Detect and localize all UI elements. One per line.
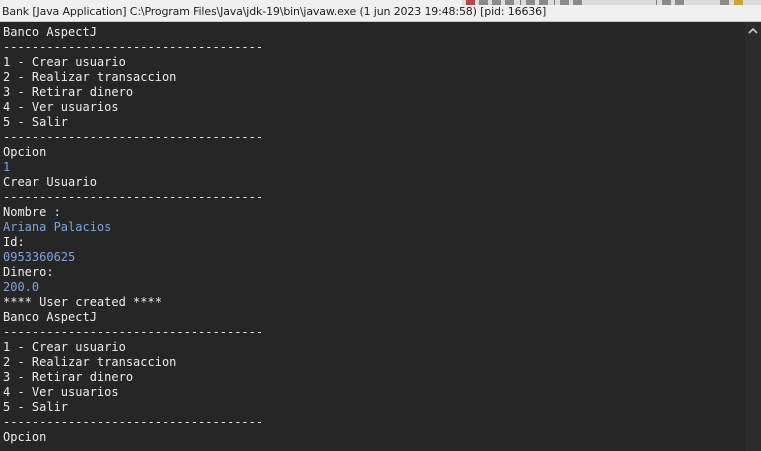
console-toolbar [462,0,761,5]
console-output-line: ------------------------------------ [3,130,264,144]
console-output-line: 3 - Retirar dinero [3,370,134,384]
console-output-line: ------------------------------------ [3,190,264,204]
vertical-scrollbar[interactable] [745,22,761,451]
console-output-line: 2 - Realizar transaccion [3,355,177,369]
console-input-line: 200.0 [3,280,40,294]
console-output-line: ------------------------------------ [3,325,264,339]
console-output-line: Crear Usuario [3,175,97,189]
toolbar-separator [656,0,657,5]
console-title: Bank [Java Application] C:\Program Files… [2,5,547,18]
console-output-line: 5 - Salir [3,400,69,414]
console-output-line: 4 - Ver usuarios [3,385,119,399]
new-console-icon[interactable] [675,0,684,5]
console-output[interactable]: Banco AspectJ ---------------------------… [0,22,745,451]
console-output-line: 1 - Crear usuario [3,340,126,354]
clear-console-icon[interactable] [505,0,514,5]
console-input-line: 0953360625 [3,250,76,264]
console-output-line: Dinero: [3,265,54,279]
maximize-view-icon[interactable] [734,0,743,5]
console-output-line: 2 - Realizar transaccion [3,70,177,84]
console-output-line: ------------------------------------ [3,415,264,429]
scroll-lock-icon[interactable] [526,0,535,5]
console-output-line: Id: [3,235,25,249]
console-output-line: 5 - Salir [3,115,69,129]
console-output-line: Banco AspectJ [3,310,97,324]
console-output-line: 3 - Retirar dinero [3,85,134,99]
console-output-line: Opcion [3,430,47,444]
console-output-line: 1 - Crear usuario [3,55,126,69]
word-wrap-icon[interactable] [539,0,548,5]
console-output-line: ------------------------------------ [3,40,264,54]
minimize-view-icon[interactable] [720,0,729,5]
console-output-line: **** User created **** [3,295,162,309]
console-title-bar: Bank [Java Application] C:\Program Files… [0,0,761,22]
console-output-line: 4 - Ver usuarios [3,100,119,114]
console-output-line: Opcion [3,145,47,159]
toolbar-separator [554,0,555,5]
terminate-icon[interactable] [466,0,475,5]
remove-launch-icon[interactable] [479,0,488,5]
toolbar-separator [520,0,521,5]
scroll-up-button[interactable] [745,22,761,40]
console-input-line: 1 [3,160,11,174]
console-output-line: Banco AspectJ [3,25,97,39]
console-output-line: Nombre : [3,205,61,219]
console-window: Bank [Java Application] C:\Program Files… [0,0,761,451]
remove-all-icon[interactable] [492,0,501,5]
pin-console-icon[interactable] [560,0,569,5]
display-console-icon[interactable] [573,0,582,5]
console-input-line: Ariana Palacios [3,220,112,234]
chevron-up-icon [748,27,758,34]
open-console-icon[interactable] [662,0,671,5]
